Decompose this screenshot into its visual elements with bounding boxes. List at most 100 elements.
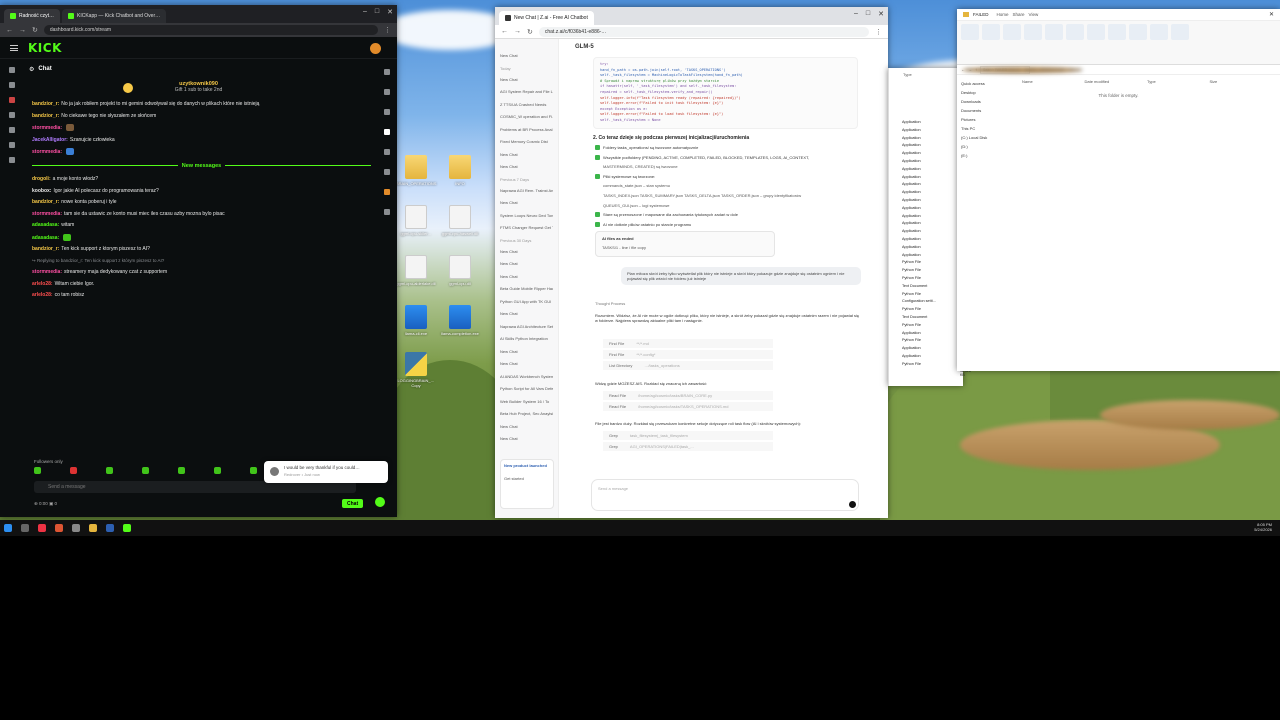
- nav-item[interactable]: (D:): [961, 144, 1017, 149]
- desktop-icon[interactable]: ggml-cpu-haswell.dll: [440, 205, 480, 236]
- browser-tab[interactable]: KICKapp — Kick Chatbot and Over…: [62, 9, 167, 23]
- tool-call-row[interactable]: Grep AGI_OPERATIONS|FAILED|task_...: [603, 442, 773, 451]
- search-icon[interactable]: [21, 524, 29, 532]
- chat-send-button[interactable]: Chat: [342, 499, 364, 508]
- close-icon[interactable]: ✕: [1269, 11, 1274, 18]
- browser-icon[interactable]: [38, 524, 46, 532]
- bookmark-icon[interactable]: [384, 149, 390, 155]
- app-icon[interactable]: [106, 524, 114, 532]
- type-column-header[interactable]: Type: [889, 68, 963, 77]
- new-folder-icon[interactable]: [1108, 24, 1126, 40]
- chat-username[interactable]: bandzior_r:: [32, 101, 59, 107]
- sidebar-item[interactable]: Beta Hub Project, Sec Anaylsis: [500, 411, 553, 416]
- file-type-cell[interactable]: Text Document: [902, 315, 960, 323]
- thought-process[interactable]: Thought Process: [595, 301, 625, 306]
- shield-icon[interactable]: [384, 109, 390, 115]
- browser-tab[interactable]: New Chat | Z.ai - Free AI Chatbot: [499, 11, 594, 25]
- open-icon[interactable]: [1150, 24, 1168, 40]
- system-clock[interactable]: 8:05 PM 5/24/2026: [1254, 522, 1272, 532]
- nav-item[interactable]: Downloads: [961, 99, 1017, 104]
- kick-logo[interactable]: KICK: [28, 41, 62, 55]
- live-icon[interactable]: [9, 97, 15, 103]
- file-type-cell[interactable]: Application: [902, 182, 960, 190]
- trophy-icon[interactable]: [9, 112, 15, 118]
- file-type-cell[interactable]: Configuration setti…: [902, 299, 960, 307]
- app-icon[interactable]: [123, 524, 131, 532]
- url-field[interactable]: chat.z.ai/c/f036b41-e886-…: [538, 26, 869, 37]
- pin-icon[interactable]: [961, 24, 979, 40]
- copy-icon[interactable]: [982, 24, 1000, 40]
- nav-item[interactable]: Documents: [961, 108, 1017, 113]
- file-type-cell[interactable]: Application: [902, 221, 960, 229]
- tool-call-row[interactable]: List Directory …/tasks_operations: [603, 361, 773, 370]
- sidebar-item[interactable]: AI ANDAS Workbench System Acce…: [500, 374, 553, 379]
- kick-bot-icon[interactable]: [373, 495, 387, 509]
- promo-card[interactable]: New product launched Get started: [500, 459, 554, 509]
- desktop-icon[interactable]: LOGGINGBRAIN_…Copy: [396, 352, 436, 388]
- sidebar-item[interactable]: New Chat: [500, 311, 553, 316]
- minimize-icon[interactable]: –: [854, 10, 858, 18]
- sidebar-item[interactable]: New Chat: [500, 436, 553, 441]
- back-icon[interactable]: ←: [501, 28, 508, 35]
- reload-icon[interactable]: ↻: [32, 26, 38, 34]
- extensions-icon[interactable]: ⋮: [875, 28, 882, 36]
- message-input[interactable]: Send a message: [591, 479, 859, 511]
- close-icon[interactable]: ✕: [878, 10, 884, 18]
- gift-icon[interactable]: [384, 209, 390, 215]
- stream-icon[interactable]: [9, 82, 15, 88]
- properties-icon[interactable]: [1129, 24, 1147, 40]
- desktop-icon[interactable]: ggml-cpu-alderlake.dll: [396, 255, 436, 286]
- file-type-cell[interactable]: Application: [902, 229, 960, 237]
- desktop-icon[interactable]: ggml-cpu-skiler…: [396, 205, 436, 236]
- rename-icon[interactable]: [1087, 24, 1105, 40]
- emote-icon[interactable]: [214, 467, 221, 474]
- stop-icon[interactable]: [849, 501, 856, 508]
- file-type-cell[interactable]: Python File: [902, 276, 960, 284]
- file-type-cell[interactable]: Application: [902, 128, 960, 136]
- sidebar-item[interactable]: New Chat: [500, 274, 553, 279]
- emote-icon[interactable]: [106, 467, 113, 474]
- nav-item[interactable]: This PC: [961, 126, 1017, 131]
- model-title[interactable]: GLM-5: [575, 44, 594, 50]
- tool-call-row[interactable]: Find File **/*.md: [603, 339, 773, 348]
- emote-icon[interactable]: [34, 467, 41, 474]
- emote-icon[interactable]: [178, 467, 185, 474]
- sidebar-item[interactable]: Naprawa AGI Rem. Trainst Analiz…: [500, 188, 553, 193]
- file-card[interactable]: AI files as ended TASKS/1 - line / file …: [595, 231, 775, 257]
- sidebar-item[interactable]: New Chat: [500, 77, 553, 82]
- sidebar-item[interactable]: Z TTS/UA Crashed Needs: [500, 102, 553, 107]
- file-type-cell[interactable]: Application: [902, 237, 960, 245]
- browser-tab[interactable]: Radność czyt…: [4, 9, 61, 23]
- file-type-cell[interactable]: Application: [902, 175, 960, 183]
- nav-item[interactable]: (E:): [961, 153, 1017, 158]
- sidebar-item[interactable]: New Chat: [500, 424, 553, 429]
- sidebar-item[interactable]: AI Skills Python Integration: [500, 336, 553, 341]
- chat-username[interactable]: drogoli:: [32, 176, 51, 182]
- breadcrumb[interactable]: AGI › COSMIC_WORKSPACE › TASKS_OPERATION…: [961, 65, 1084, 74]
- menu-icon[interactable]: [10, 44, 18, 51]
- desktop-icon[interactable]: llama-cli.exe: [396, 305, 436, 336]
- desktop-icon[interactable]: BRAIN_OPERATIONS: [396, 155, 436, 186]
- close-icon[interactable]: [384, 89, 390, 95]
- reload-icon[interactable]: ↻: [527, 28, 533, 36]
- file-type-cell[interactable]: Application: [902, 159, 960, 167]
- maximize-icon[interactable]: □: [375, 8, 379, 16]
- file-type-cell[interactable]: Application: [902, 245, 960, 253]
- tool-call-row[interactable]: Read File/home/agi/cosmic/tasks/TASKS_OP…: [603, 402, 773, 411]
- maximize-icon[interactable]: □: [866, 10, 870, 18]
- back-icon[interactable]: ←: [6, 27, 13, 34]
- ribbon-tab-share[interactable]: Share: [1013, 12, 1025, 17]
- pencil-icon[interactable]: [384, 69, 390, 75]
- file-explorer-icon[interactable]: [89, 524, 97, 532]
- tools-icon[interactable]: [9, 142, 15, 148]
- file-type-cell[interactable]: Application: [902, 151, 960, 159]
- file-type-cell[interactable]: Python File: [902, 323, 960, 331]
- column-size[interactable]: Size: [1210, 79, 1273, 84]
- file-type-cell[interactable]: Application: [902, 136, 960, 144]
- file-type-cell[interactable]: Python File: [902, 260, 960, 268]
- chat-username[interactable]: bandzior_r:: [32, 199, 59, 205]
- file-type-cell[interactable]: Application: [902, 253, 960, 261]
- forward-icon[interactable]: →: [19, 27, 26, 34]
- home-icon[interactable]: [9, 67, 15, 73]
- app-icon[interactable]: [72, 524, 80, 532]
